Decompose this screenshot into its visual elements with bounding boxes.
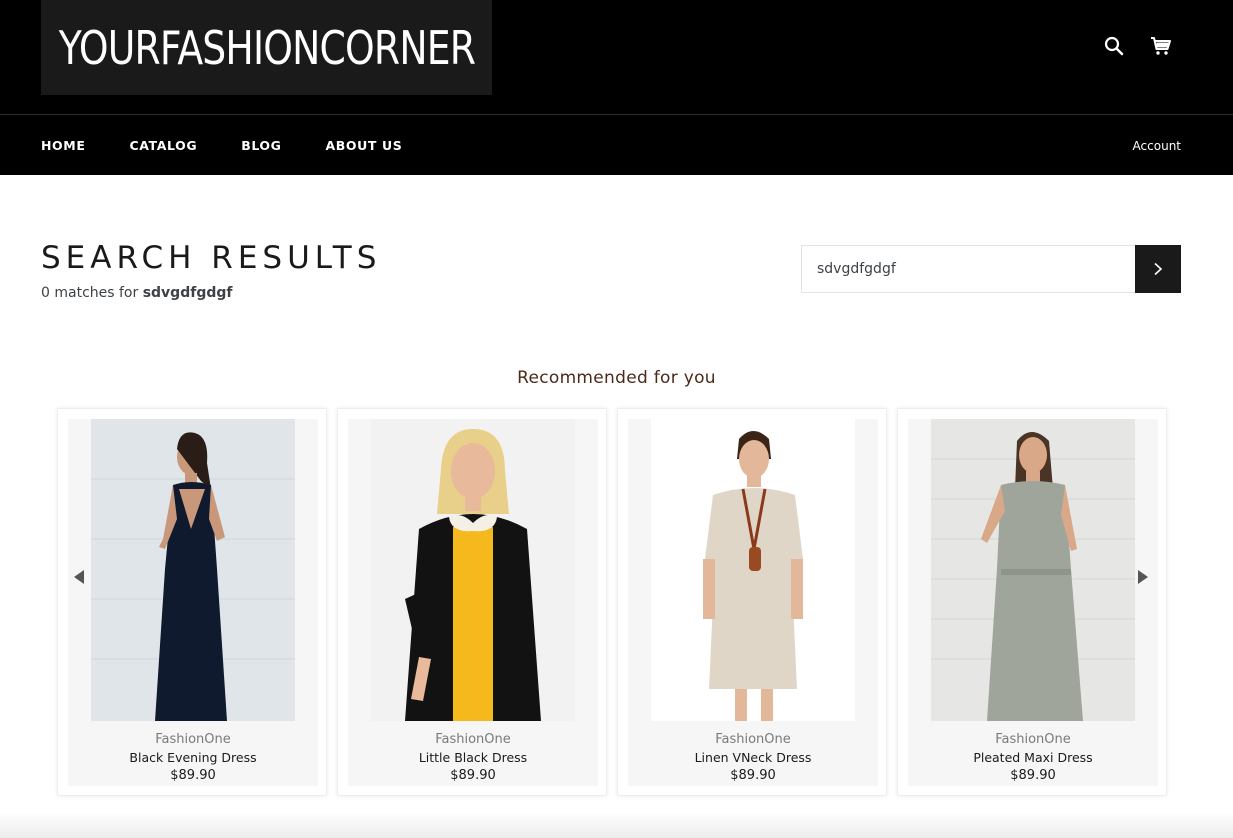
product-image (651, 419, 855, 721)
logo-text: YOURFASHIONCORNER (58, 20, 475, 75)
chevron-right-icon (1154, 262, 1163, 276)
search-form (801, 245, 1181, 293)
product-vendor: FashionOne (155, 732, 231, 747)
site-header: YOURFASHIONCORNER HOME CATALOG BLOG ABOU… (0, 0, 1233, 175)
match-prefix: 0 matches for (41, 285, 143, 301)
product-carousel: FashionOne Black Evening Dress $89.90 Fa… (57, 408, 1167, 796)
carousel-next-button[interactable] (1131, 565, 1155, 589)
arrow-left-icon (74, 570, 84, 584)
product-name: Black Evening Dress (129, 750, 257, 765)
nav-item-blog[interactable]: BLOG (241, 137, 281, 155)
match-count-text: 0 matches for sdvgdfgdgf (41, 285, 232, 301)
search-submit-button[interactable] (1135, 245, 1181, 293)
arrow-right-icon (1138, 570, 1148, 584)
product-price: $89.90 (1010, 768, 1056, 783)
product-vendor: FashionOne (435, 732, 511, 747)
product-price: $89.90 (170, 768, 216, 783)
carousel-prev-button[interactable] (67, 565, 91, 589)
product-name: Pleated Maxi Dress (973, 750, 1093, 765)
product-vendor: FashionOne (715, 732, 791, 747)
nav-item-catalog[interactable]: CATALOG (129, 137, 197, 155)
product-image (931, 419, 1135, 721)
account-link[interactable]: Account (1133, 139, 1181, 153)
recommended-title: Recommended for you (517, 368, 716, 388)
nav-item-home[interactable]: HOME (41, 137, 85, 155)
product-vendor: FashionOne (995, 732, 1071, 747)
product-card-inner: FashionOne Linen VNeck Dress $89.90 (628, 419, 878, 786)
product-price: $89.90 (730, 768, 776, 783)
search-icon (1104, 36, 1124, 56)
product-name: Linen VNeck Dress (694, 750, 812, 765)
search-input[interactable] (801, 245, 1135, 293)
product-name: Little Black Dress (418, 750, 528, 765)
product-card-inner: FashionOne Black Evening Dress $89.90 (68, 419, 318, 786)
cart-icon (1151, 37, 1171, 55)
search-query: sdvgdfgdgf (142, 285, 233, 301)
product-card[interactable]: FashionOne Black Evening Dress $89.90 (57, 408, 327, 796)
product-image (91, 419, 295, 721)
header-divider (0, 114, 1233, 115)
site-logo[interactable]: YOURFASHIONCORNER (41, 0, 492, 95)
product-card[interactable]: FashionOne Little Black Dress $89.90 (337, 408, 607, 796)
main-nav: HOME CATALOG BLOG ABOUT US (41, 137, 446, 155)
header-search-button[interactable] (1099, 31, 1129, 61)
product-card[interactable]: FashionOne Pleated Maxi Dress $89.90 (897, 408, 1167, 796)
page-title: SEARCH RESULTS (41, 240, 382, 276)
product-price: $89.90 (450, 768, 496, 783)
page-bottom-fade (0, 812, 1233, 838)
nav-item-about-us[interactable]: ABOUT US (326, 137, 403, 155)
product-image (371, 419, 575, 721)
header-cart-button[interactable] (1146, 31, 1176, 61)
product-card-inner: FashionOne Pleated Maxi Dress $89.90 (908, 419, 1158, 786)
product-card[interactable]: FashionOne Linen VNeck Dress $89.90 (617, 408, 887, 796)
product-card-inner: FashionOne Little Black Dress $89.90 (348, 419, 598, 786)
